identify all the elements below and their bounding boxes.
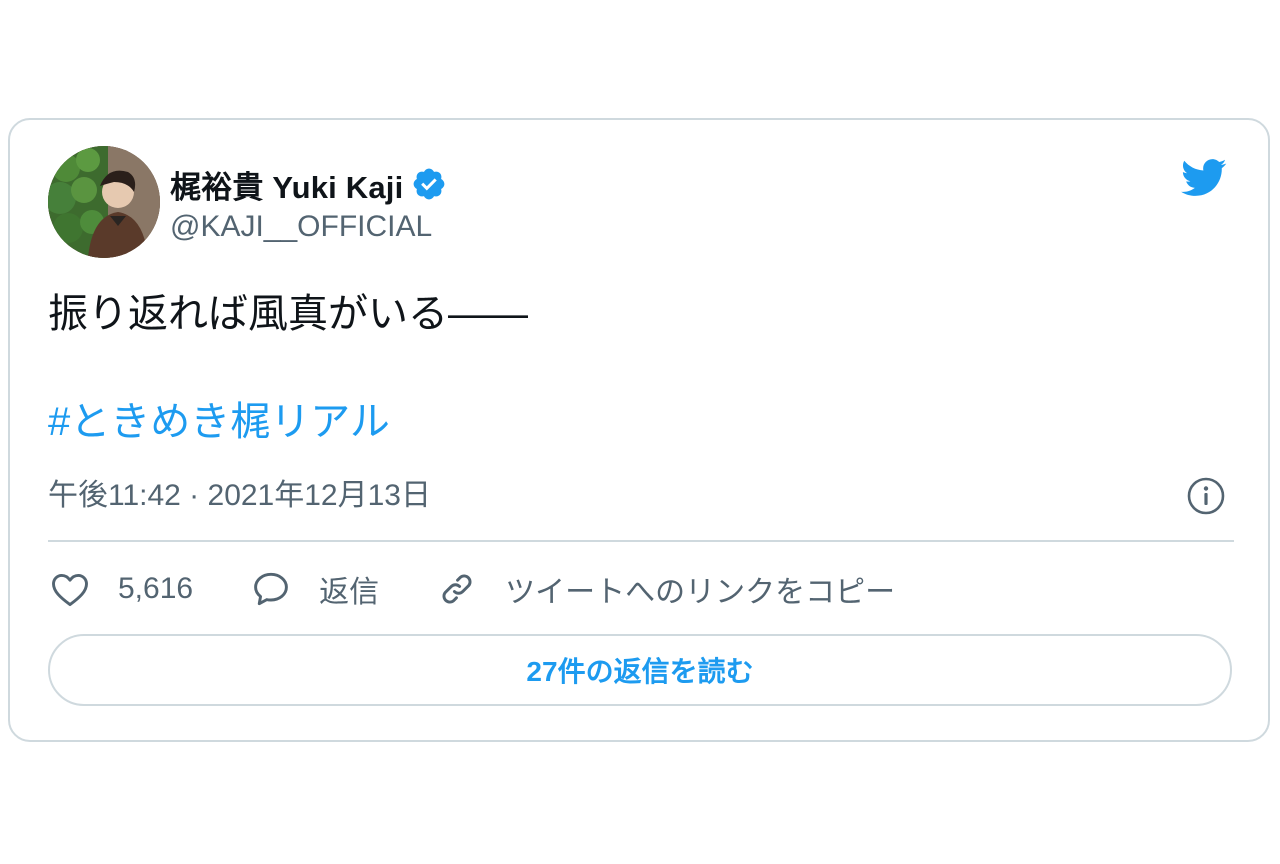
author-handle[interactable]: @KAJI__OFFICIAL [170,210,432,244]
action-bar: 5,616 返信 ツイートへのリンクをコピー [48,564,951,614]
verified-badge-icon [414,168,445,200]
copy-link-label: ツイートへのリンクをコピー [505,576,896,609]
like-button[interactable]: 5,616 [48,567,193,611]
reply-bubble-icon [254,572,288,606]
author-display-name[interactable]: 梶裕貴 Yuki Kaji [170,162,403,207]
copy-link-button[interactable]: ツイートへのリンクをコピー [435,567,895,611]
hashtag-link[interactable]: #ときめき梶リアル [48,396,390,448]
avatar[interactable] [48,146,160,258]
reply-label: 返信 [319,576,380,609]
heart-icon [52,573,88,607]
divider [48,540,1234,542]
reply-button[interactable]: 返信 [249,567,379,611]
avatar-photo [48,146,160,258]
author-name-row[interactable]: 梶裕貴 Yuki Kaji [170,162,447,207]
tweet-text: 振り返れば風真がいる―― [48,292,528,336]
twitter-bird-icon[interactable] [1176,154,1232,200]
read-replies-button[interactable]: 27件の返信を読む [48,634,1232,706]
tweet-card: 梶裕貴 Yuki Kaji @KAJI__OFFICIAL 振り返れば風真がいる… [8,118,1270,742]
link-icon [442,574,472,604]
like-count: 5,616 [118,572,194,605]
info-icon[interactable] [1186,476,1226,516]
tweet-timestamp[interactable]: 午後11:42 · 2021年12月13日 [48,476,431,516]
